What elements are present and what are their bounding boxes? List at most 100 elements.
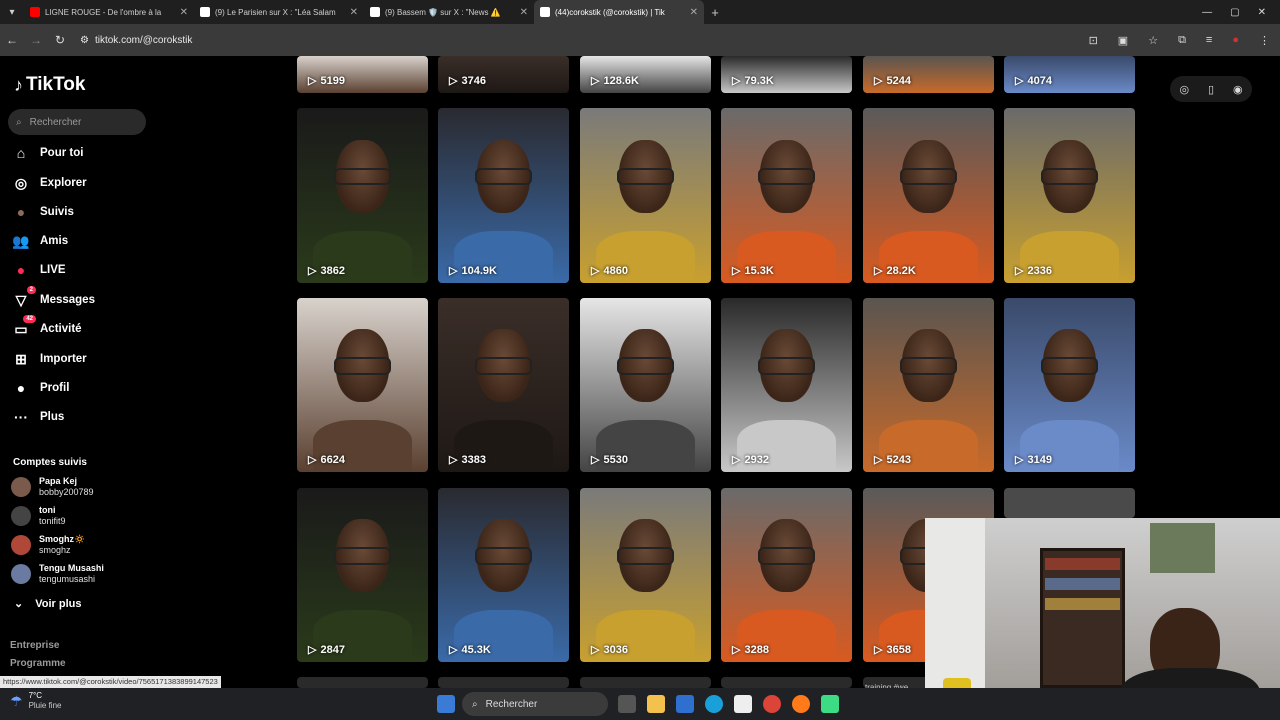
url-field[interactable]: ⚙ tiktok.com/@corokstik — [80, 35, 192, 46]
video-thumbnail[interactable] — [1004, 488, 1135, 518]
followed-account[interactable]: Tengu Musashi tengumusashi — [11, 563, 104, 585]
compass-small-icon[interactable]: ◎ — [1179, 83, 1189, 96]
maximize-icon[interactable]: ▢ — [1230, 7, 1239, 18]
tiktok-logo[interactable]: ♪ TikTok — [14, 74, 85, 96]
weather-widget[interactable]: ☂ 7°C Pluie fine — [10, 691, 61, 711]
profile-avatar-icon[interactable]: ● — [1232, 34, 1239, 46]
site-info-icon[interactable]: ⚙ — [80, 35, 89, 46]
app-icon[interactable] — [676, 695, 694, 713]
firefox-icon[interactable] — [792, 695, 810, 713]
windows-start-icon[interactable] — [437, 695, 455, 713]
nav-item-live[interactable]: ● LIVE — [12, 261, 66, 279]
video-thumbnail[interactable]: ▷ 4074 — [1004, 56, 1135, 93]
video-thumbnail[interactable]: ▷ 3862 — [297, 108, 428, 283]
avatar — [11, 477, 31, 497]
video-thumbnail[interactable]: ▷ 2932 — [721, 298, 852, 472]
file-explorer-icon[interactable] — [647, 695, 665, 713]
followed-account[interactable]: Smoghz🔅 smoghz — [11, 534, 85, 556]
task-view-icon[interactable] — [618, 695, 636, 713]
tab-menu-icon[interactable]: ▾ — [0, 7, 24, 18]
chrome-icon[interactable] — [763, 695, 781, 713]
nav-item-pourtoi[interactable]: ⌂ Pour toi — [12, 144, 84, 162]
video-thumbnail[interactable]: ▷ 3383 — [438, 298, 569, 472]
video-thumbnail[interactable]: ▷ 15.3K — [721, 108, 852, 283]
avatar — [11, 535, 31, 555]
video-thumbnail[interactable]: ▷ 128.6K — [580, 56, 711, 93]
reload-icon[interactable]: ↻ — [48, 33, 72, 47]
thumbnail-glasses — [616, 167, 675, 185]
new-tab-button[interactable]: + — [704, 5, 726, 20]
nav-label: Amis — [40, 235, 69, 247]
back-icon[interactable]: ← — [0, 33, 24, 47]
thumbnail-glasses — [899, 167, 958, 185]
followed-account[interactable]: Papa Kej bobby200789 — [11, 476, 94, 498]
user-avatar-icon[interactable]: ◉ — [1233, 83, 1243, 96]
video-thumbnail[interactable]: ▷ 3746 — [438, 56, 569, 93]
thumbnail-glasses — [1040, 357, 1099, 375]
tab-close-icon[interactable]: ✕ — [350, 7, 358, 18]
video-thumbnail[interactable]: ▷ 5530 — [580, 298, 711, 472]
video-thumbnail[interactable]: ▷ 4860 — [580, 108, 711, 283]
video-thumbnail[interactable]: ▷ 6624 — [297, 298, 428, 472]
minimize-icon[interactable]: — — [1202, 7, 1212, 18]
nav-item-importer[interactable]: ⊞ Importer — [12, 350, 87, 368]
tab-close-icon[interactable]: ✕ — [520, 7, 528, 18]
video-thumbnail[interactable]: ▷ 2847 — [297, 488, 428, 662]
video-thumbnail[interactable]: ▷ 28.2K — [863, 108, 994, 283]
phone-icon[interactable]: ▯ — [1208, 83, 1214, 96]
footer-link-programme[interactable]: Programme — [10, 658, 66, 669]
browser-tab[interactable]: LIGNE ROUGE - De l'ombre à la ✕ — [24, 0, 194, 24]
view-count-value: 3862 — [320, 264, 345, 277]
followed-account[interactable]: toni tonifit9 — [11, 505, 66, 527]
browser-menu-icon[interactable]: ⋮ — [1259, 34, 1270, 47]
thumbnail-glasses — [899, 357, 958, 375]
nav-item-amis[interactable]: 👥 Amis — [12, 232, 68, 250]
nav-item-plus[interactable]: ··· Plus — [12, 408, 64, 426]
video-thumbnail-partial[interactable] — [438, 677, 569, 688]
thumbnail-glasses — [616, 357, 675, 375]
store-icon[interactable] — [734, 695, 752, 713]
cast-icon[interactable]: ▣ — [1118, 34, 1128, 47]
footer-link-entreprise[interactable]: Entreprise — [10, 640, 59, 651]
search-input[interactable]: ⌕ Rechercher — [8, 109, 146, 135]
tab-close-icon[interactable]: ✕ — [690, 7, 698, 18]
browser-tab[interactable]: (44)corokstik (@corokstik) | Tik ✕ — [534, 0, 704, 24]
video-thumbnail[interactable]: ▷ 3149 — [1004, 298, 1135, 472]
live-icon: ● — [12, 261, 30, 279]
video-thumbnail[interactable]: ▷ 104.9K — [438, 108, 569, 283]
nav-item-profil[interactable]: ● Profil — [12, 379, 70, 397]
video-thumbnail-partial[interactable] — [721, 677, 852, 688]
edge-icon[interactable] — [705, 695, 723, 713]
tab-close-icon[interactable]: ✕ — [180, 7, 188, 18]
translate-icon[interactable]: ⊡ — [1089, 34, 1098, 47]
bookmark-star-icon[interactable]: ☆ — [1148, 34, 1158, 47]
taskbar-search[interactable]: ⌕ Rechercher — [462, 692, 608, 716]
video-thumbnail[interactable]: ▷ 5199 — [297, 56, 428, 93]
video-thumbnail-partial[interactable] — [580, 677, 711, 688]
nav-item-activit[interactable]: ▭ 42 Activité — [12, 315, 82, 338]
video-thumbnail[interactable]: ▷ 5244 — [863, 56, 994, 93]
view-count: ▷ 3862 — [308, 264, 345, 278]
browser-tab[interactable]: (9) Le Parisien sur X : "Léa Salam ✕ — [194, 0, 364, 24]
media-control-icon[interactable]: ≡ — [1206, 34, 1212, 46]
video-thumbnail[interactable]: ▷ 2336 — [1004, 108, 1135, 283]
video-thumbnail[interactable]: ▷ 79.3K — [721, 56, 852, 93]
nav-item-messages[interactable]: ▽ 2 Messages — [12, 286, 95, 309]
nav-item-explorer[interactable]: ◎ Explorer — [12, 174, 87, 192]
browser-tab[interactable]: (9) Bassem 🛡️ sur X : "News ⚠️ ✕ — [364, 0, 534, 24]
thumbnail-glasses — [474, 357, 533, 375]
view-count-value: 45.3K — [461, 643, 491, 656]
account-name: Papa Kej — [39, 476, 78, 486]
video-thumbnail[interactable]: ▷ 3288 — [721, 488, 852, 662]
forward-icon[interactable]: → — [24, 33, 48, 47]
video-thumbnail[interactable]: ▷ 3036 — [580, 488, 711, 662]
video-thumbnail[interactable]: ▷ 5243 — [863, 298, 994, 472]
extensions-icon[interactable]: ⧉ — [1178, 34, 1186, 47]
close-window-icon[interactable]: ✕ — [1258, 7, 1266, 18]
nav-item-suivis[interactable]: ● Suivis — [12, 203, 74, 221]
video-thumbnail-partial[interactable] — [297, 677, 428, 688]
thumbnail-glasses — [333, 547, 392, 565]
video-thumbnail[interactable]: ▷ 45.3K — [438, 488, 569, 662]
see-more-button[interactable]: ⌄ Voir plus — [14, 597, 81, 611]
app-green-icon[interactable] — [821, 695, 839, 713]
